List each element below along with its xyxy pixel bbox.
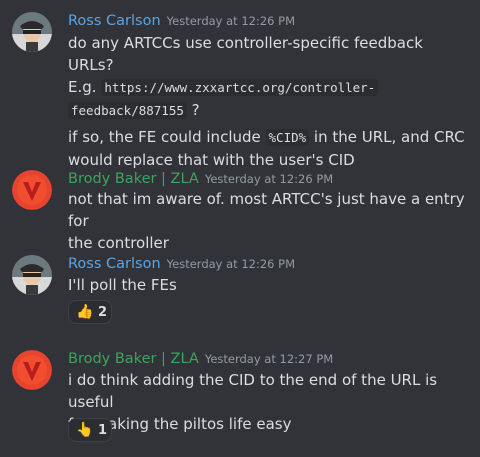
- timestamp: Yesterday at 12:26 PM: [166, 14, 295, 28]
- message-header: Brody Baker | ZLA Yesterday at 12:26 PM: [68, 168, 333, 187]
- message-header: Ross Carlson Yesterday at 12:26 PM: [68, 10, 295, 29]
- username[interactable]: Ross Carlson: [68, 13, 161, 29]
- message-text-line: i do think adding the CID to the end of …: [68, 371, 438, 411]
- message-text-line: feedback/887155 ?: [68, 99, 472, 122]
- text-fragment: in the URL, and CRC: [309, 128, 465, 146]
- inline-code-cid: %CID%: [265, 129, 310, 146]
- message-content: do any ARTCCs use controller-specific fe…: [68, 32, 472, 171]
- reaction-thumbs-up[interactable]: 👍 2: [68, 300, 112, 324]
- text-fragment: E.g.: [68, 78, 102, 96]
- reaction-point-up[interactable]: 👆 1: [68, 418, 112, 442]
- avatar-brody-baker[interactable]: [12, 350, 52, 390]
- message-header: Ross Carlson Yesterday at 12:26 PM: [68, 253, 295, 272]
- point-up-icon: 👆: [76, 422, 94, 438]
- inline-code-url[interactable]: https://www.zxxartcc.org/controller-: [101, 79, 379, 96]
- thumbs-up-icon: 👍: [76, 304, 94, 320]
- timestamp: Yesterday at 12:26 PM: [204, 172, 334, 186]
- message-content: I'll poll the FEs: [68, 274, 472, 296]
- text-fragment: ?: [186, 101, 200, 119]
- avatar-ross-carlson[interactable]: [12, 255, 52, 295]
- message-content: i do think adding the CID to the end of …: [68, 369, 472, 435]
- avatar-ross-carlson[interactable]: [12, 12, 52, 52]
- reaction-count: 1: [98, 422, 108, 438]
- message-text-line: the controller: [68, 234, 169, 252]
- message-text-line: if so, the FE could include %CID% in the…: [68, 126, 472, 149]
- username[interactable]: Brody Baker | ZLA: [68, 171, 199, 187]
- message-text-line: do any ARTCCs use controller-specific fe…: [68, 34, 423, 74]
- message-text-line: not that im aware of. most ARTCC's just …: [68, 190, 465, 230]
- timestamp: Yesterday at 12:26 PM: [166, 257, 295, 271]
- avatar-brody-baker[interactable]: [12, 170, 52, 210]
- message-text-line: I'll poll the FEs: [68, 276, 177, 294]
- inline-code-url-cont[interactable]: feedback/887155: [68, 102, 187, 119]
- message-header: Brody Baker | ZLA Yesterday at 12:27 PM: [68, 348, 333, 367]
- timestamp: Yesterday at 12:27 PM: [204, 352, 334, 366]
- message-text-line: for making the piltos life easy: [68, 415, 292, 433]
- reaction-count: 2: [98, 304, 108, 320]
- username[interactable]: Brody Baker | ZLA: [68, 351, 199, 367]
- message-text-line: E.g. https://www.zxxartcc.org/controller…: [68, 76, 472, 99]
- username[interactable]: Ross Carlson: [68, 256, 161, 272]
- message-content: not that im aware of. most ARTCC's just …: [68, 188, 472, 254]
- text-fragment: if so, the FE could include: [68, 128, 266, 146]
